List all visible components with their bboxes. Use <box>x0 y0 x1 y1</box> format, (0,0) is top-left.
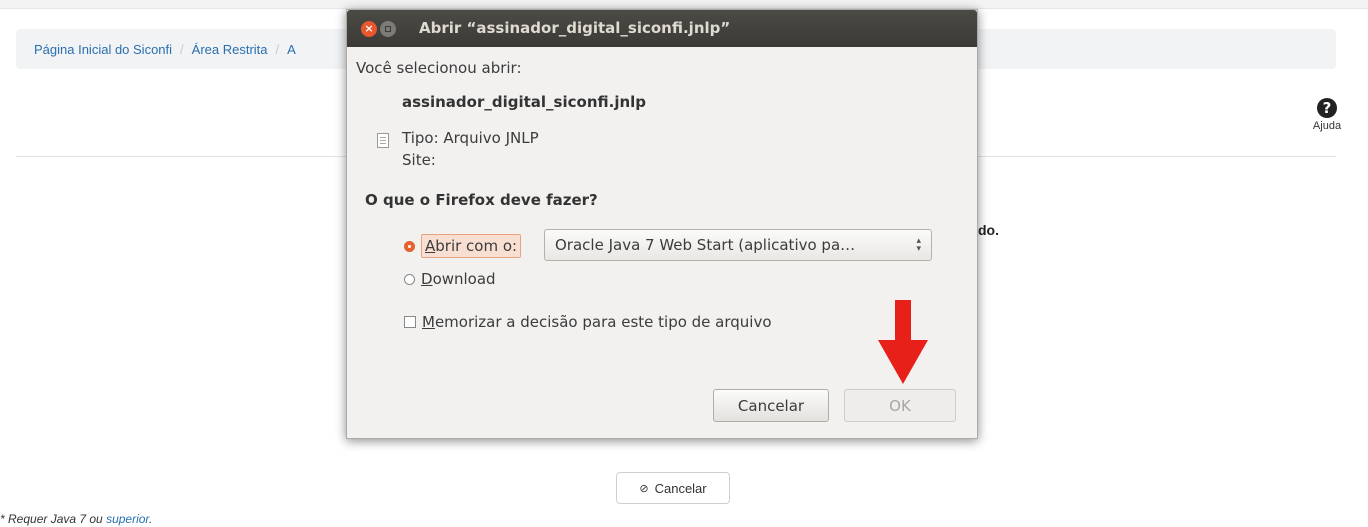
question-circle-icon: ? <box>1317 98 1337 118</box>
download-radio[interactable] <box>404 273 415 285</box>
remember-label: Memorizar a decisão para este tipo de ar… <box>422 313 772 331</box>
remember-checkbox[interactable] <box>404 316 416 328</box>
help-button[interactable]: ? Ajuda <box>1305 98 1349 132</box>
download-label: Download <box>421 270 496 288</box>
arrow-shaft <box>895 300 911 344</box>
file-name: assinador_digital_siconfi.jnlp <box>402 93 647 111</box>
help-label: Ajuda <box>1312 120 1342 132</box>
download-option[interactable]: Download <box>404 270 496 288</box>
top-bar <box>0 0 1368 9</box>
page-cancel-button[interactable]: ⊘ Cancelar <box>616 472 730 504</box>
remember-option[interactable]: Memorizar a decisão para este tipo de ar… <box>404 313 772 331</box>
breadcrumb-separator: / <box>180 41 184 57</box>
open-with-select[interactable]: Oracle Java 7 Web Start (aplicativo pa… … <box>544 229 932 261</box>
breadcrumb-current-link[interactable]: A <box>287 42 296 57</box>
dialog-intro: Você selecionou abrir: <box>356 59 522 77</box>
requirements-suffix: . <box>149 512 153 526</box>
close-window-icon[interactable]: × <box>361 21 377 37</box>
background-message-fragment: do. <box>978 222 999 238</box>
breadcrumb-home-link[interactable]: Página Inicial do Siconfi <box>34 42 172 57</box>
breadcrumb-restricted-link[interactable]: Área Restrita <box>192 42 268 57</box>
red-down-arrow-icon <box>878 300 928 384</box>
ok-button-label: OK <box>889 396 911 415</box>
open-with-select-value: Oracle Java 7 Web Start (aplicativo pa… <box>555 236 856 254</box>
requirements-prefix: * Requer Java 7 ou <box>0 512 107 526</box>
updown-chevron-icon: ▴ ▾ <box>916 236 921 254</box>
dialog-title: Abrir “assinador_digital_siconfi.jnlp” <box>419 19 731 37</box>
open-with-label: Abrir com o: <box>421 234 522 258</box>
breadcrumb-separator: / <box>275 41 280 57</box>
arrow-head <box>878 340 928 384</box>
open-with-option[interactable]: Abrir com o: <box>404 234 522 258</box>
action-question: O que o Firefox deve fazer? <box>365 191 598 209</box>
open-with-radio[interactable] <box>404 240 415 252</box>
page-cancel-label: Cancelar <box>654 480 707 496</box>
file-type: Tipo: Arquivo JNLP <box>402 129 539 147</box>
ok-button[interactable]: OK <box>844 389 956 422</box>
ban-icon: ⊘ <box>639 482 649 495</box>
cancel-button-label: Cancelar <box>737 396 805 415</box>
superior-link[interactable]: superior <box>106 512 149 526</box>
minimize-window-icon[interactable] <box>380 21 396 37</box>
file-icon <box>377 133 389 148</box>
requirements-note: * Requer Java 7 ou superior. <box>0 512 152 526</box>
file-site: Site: <box>402 151 436 169</box>
cancel-button[interactable]: Cancelar <box>713 389 829 422</box>
dialog-titlebar: × Abrir “assinador_digital_siconfi.jnlp” <box>347 10 977 47</box>
